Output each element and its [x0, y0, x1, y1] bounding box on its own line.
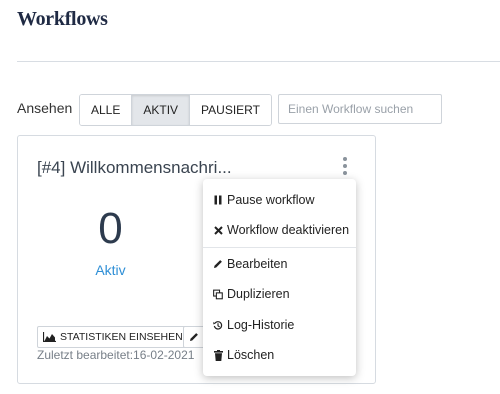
filter-paused[interactable]: PAUSIERT	[190, 95, 271, 125]
menu-item-log-history[interactable]: Log-Historie	[213, 318, 294, 332]
view-statistics-label: STATISTIKEN EINSEHEN	[60, 331, 183, 343]
kebab-menu-icon[interactable]	[340, 156, 350, 176]
history-icon	[213, 319, 223, 331]
menu-item-duplicate-label: Duplizieren	[227, 287, 290, 301]
menu-item-delete-label: Löschen	[227, 348, 275, 362]
pencil-icon	[213, 258, 223, 270]
trash-icon	[213, 349, 223, 361]
menu-item-log-history-label: Log-Historie	[227, 318, 295, 332]
filter-active[interactable]: AKTIV	[132, 95, 191, 125]
view-statistics-button[interactable]: STATISTIKEN EINSEHEN	[37, 326, 190, 348]
status-filter: ALLE AKTIV PAUSIERT	[79, 94, 272, 126]
menu-item-pause[interactable]: Pause workflow	[213, 193, 315, 207]
page-title: Workflows	[17, 8, 108, 30]
workflow-search-input[interactable]	[278, 94, 442, 124]
filter-all[interactable]: ALLE	[80, 95, 133, 125]
menu-item-delete[interactable]: Löschen	[213, 348, 274, 362]
filter-label: Ansehen	[17, 100, 73, 116]
active-count-label: Aktiv	[95, 262, 126, 278]
pencil-icon	[189, 332, 199, 342]
menu-item-edit-label: Bearbeiten	[227, 257, 288, 271]
workflow-actions-menu: Pause workflow Workflow deaktivieren Bea…	[203, 179, 356, 376]
pause-icon	[213, 194, 223, 206]
menu-item-duplicate[interactable]: Duplizieren	[213, 287, 290, 301]
copy-icon	[213, 288, 223, 300]
active-count: 0	[98, 204, 123, 253]
header-divider	[17, 61, 500, 62]
menu-item-deactivate-label: Workflow deaktivieren	[227, 223, 350, 237]
times-icon	[213, 224, 223, 236]
menu-item-deactivate[interactable]: Workflow deaktivieren	[213, 223, 349, 237]
workflow-title: [#4] Willkommensnachri...	[37, 158, 232, 177]
menu-item-edit[interactable]: Bearbeiten	[213, 257, 287, 271]
last-edited-text: Zuletzt bearbeitet:16-02-2021	[37, 348, 195, 362]
menu-item-pause-label: Pause workflow	[227, 193, 315, 207]
area-chart-icon	[43, 332, 56, 342]
menu-divider	[203, 247, 356, 248]
